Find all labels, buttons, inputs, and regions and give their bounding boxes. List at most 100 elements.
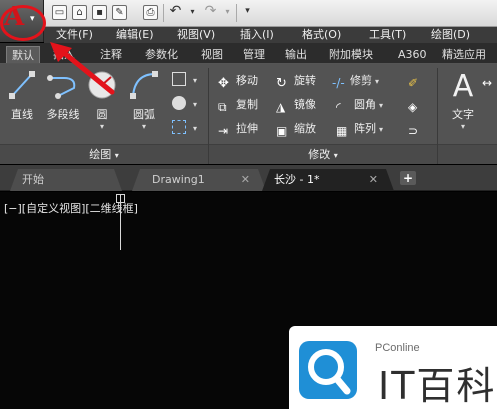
draw-panel-title: 绘图 bbox=[89, 148, 112, 161]
chevron-down-icon: ▾ bbox=[379, 101, 384, 110]
menu-tools[interactable]: 工具(T) bbox=[369, 27, 406, 43]
chevron-down-icon: ▾ bbox=[193, 76, 198, 85]
doc-tab-label: Drawing1 bbox=[152, 173, 205, 186]
text-icon: A bbox=[452, 69, 474, 104]
doc-tab-drawing1[interactable]: Drawing1 ✕ bbox=[132, 169, 266, 191]
customize-dropdown-icon[interactable]: ▾ bbox=[240, 5, 255, 20]
redo-dropdown-icon[interactable]: ▾ bbox=[220, 5, 235, 20]
copy-label: 复制 bbox=[236, 98, 258, 111]
watermark-brand: PConline bbox=[375, 342, 420, 354]
new-icon[interactable]: ▭ bbox=[52, 5, 67, 20]
move-label: 移动 bbox=[236, 74, 258, 87]
rotate-icon: ↻ bbox=[276, 76, 287, 91]
stretch-tool-button[interactable]: ⇥ 拉伸 bbox=[218, 120, 258, 138]
hatch-tool-button[interactable]: ▾ bbox=[172, 95, 197, 113]
saveas-icon[interactable]: ✎ bbox=[112, 5, 127, 20]
annotation-panel-footer[interactable] bbox=[438, 144, 497, 164]
menu-draw[interactable]: 绘图(D) bbox=[431, 27, 470, 43]
rotate-label: 旋转 bbox=[294, 74, 316, 87]
tab-parametric[interactable]: 参数化 bbox=[145, 46, 178, 63]
close-icon[interactable]: ✕ bbox=[369, 169, 378, 191]
dimension-icon: ↔ bbox=[482, 76, 493, 90]
trim-icon: -/- bbox=[332, 76, 345, 90]
save-icon[interactable]: ▪ bbox=[92, 5, 107, 20]
chevron-down-icon: ▾ bbox=[193, 100, 198, 109]
array-icon: ▦ bbox=[336, 124, 348, 138]
copy-icon: ⧉ bbox=[218, 100, 227, 114]
annotation-arrow-icon bbox=[50, 42, 115, 95]
arc-tool-button[interactable]: 圆弧 ▾ bbox=[126, 70, 162, 131]
rectangle-icon bbox=[172, 72, 186, 86]
text-tool-button[interactable]: A 文字 ▾ bbox=[446, 69, 480, 132]
doc-tab-start[interactable]: 开始 bbox=[10, 169, 122, 191]
draw-panel-footer[interactable]: 绘图 ▾ bbox=[0, 144, 208, 164]
qat-separator bbox=[163, 4, 164, 22]
tab-output[interactable]: 输出 bbox=[285, 46, 307, 63]
menu-insert[interactable]: 插入(I) bbox=[240, 27, 274, 43]
print-icon[interactable]: ⎙ bbox=[143, 5, 158, 20]
mirror-icon: ◮ bbox=[276, 100, 286, 114]
menu-edit[interactable]: 编辑(E) bbox=[116, 27, 154, 43]
chevron-down-icon: ▾ bbox=[333, 151, 338, 160]
scale-icon: ▣ bbox=[276, 124, 288, 138]
explode-icon: ◈ bbox=[408, 100, 418, 114]
tab-view[interactable]: 视图 bbox=[201, 46, 223, 63]
menu-view[interactable]: 视图(V) bbox=[177, 27, 215, 43]
region-tool-button[interactable]: ▾ bbox=[172, 119, 197, 137]
arc-label: 圆弧 bbox=[133, 108, 155, 121]
explode-tool-button[interactable]: ◈ bbox=[408, 96, 426, 114]
quick-access-toolbar: ▭ ⌂ ▪ ✎ ⎙ ↶ ▾ ↷ ▾ ▾ bbox=[0, 0, 497, 27]
watermark-name: IT百科 bbox=[378, 364, 497, 408]
move-tool-button[interactable]: ✥ 移动 bbox=[218, 72, 258, 91]
menu-format[interactable]: 格式(O) bbox=[302, 27, 341, 43]
fillet-icon: ◜ bbox=[336, 100, 341, 114]
erase-tool-button[interactable]: ✐ bbox=[408, 72, 426, 90]
polyline-label: 多段线 bbox=[46, 108, 80, 121]
chevron-down-icon: ▾ bbox=[114, 151, 119, 160]
rectangle-tool-button[interactable]: ▾ bbox=[172, 71, 197, 89]
scale-label: 缩放 bbox=[294, 122, 316, 135]
text-dropdown-icon[interactable]: ▾ bbox=[446, 122, 480, 131]
tab-manage[interactable]: 管理 bbox=[243, 46, 265, 63]
offset-icon: ⊃ bbox=[408, 124, 419, 138]
scale-tool-button[interactable]: ▣ 缩放 bbox=[276, 120, 316, 138]
array-tool-button[interactable]: ▦ 阵列 ▾ bbox=[336, 120, 383, 138]
redo-icon[interactable]: ↷ bbox=[203, 4, 218, 20]
modify-panel-footer[interactable]: 修改 ▾ bbox=[209, 144, 437, 164]
arc-dropdown-icon[interactable]: ▾ bbox=[126, 122, 162, 131]
pconline-logo-icon bbox=[299, 341, 357, 399]
new-tab-button[interactable]: + bbox=[400, 171, 416, 185]
array-label: 阵列 bbox=[354, 122, 376, 135]
trim-tool-button[interactable]: -/- 修剪 ▾ bbox=[332, 72, 379, 90]
hatch-icon bbox=[172, 96, 186, 110]
rotate-tool-button[interactable]: ↻ 旋转 bbox=[276, 72, 316, 91]
fillet-label: 圆角 bbox=[354, 98, 376, 111]
arc-icon bbox=[130, 71, 158, 99]
mirror-tool-button[interactable]: ◮ 镜像 bbox=[276, 96, 316, 114]
chevron-down-icon: ▾ bbox=[379, 125, 384, 134]
cursor-crosshair bbox=[120, 195, 121, 250]
move-icon: ✥ bbox=[218, 76, 229, 91]
close-icon[interactable]: ✕ bbox=[241, 169, 250, 191]
tab-a360[interactable]: A360 bbox=[398, 46, 427, 63]
line-tool-button[interactable]: 直线 bbox=[6, 70, 38, 122]
line-label: 直线 bbox=[11, 108, 33, 121]
open-icon[interactable]: ⌂ bbox=[72, 5, 87, 20]
dimension-tool-button[interactable]: ↔ bbox=[482, 72, 497, 90]
fillet-tool-button[interactable]: ◜ 圆角 ▾ bbox=[336, 96, 383, 114]
undo-dropdown-icon[interactable]: ▾ bbox=[185, 5, 200, 20]
stretch-label: 拉伸 bbox=[236, 122, 258, 135]
brush-icon: ✐ bbox=[408, 76, 419, 90]
line-icon bbox=[9, 71, 35, 99]
text-label: 文字 bbox=[452, 108, 474, 121]
tab-addins[interactable]: 附加模块 bbox=[329, 46, 373, 63]
annotation-circle bbox=[0, 5, 46, 41]
stretch-icon: ⇥ bbox=[218, 124, 229, 138]
copy-tool-button[interactable]: ⧉ 复制 bbox=[218, 96, 258, 114]
undo-icon[interactable]: ↶ bbox=[168, 4, 183, 20]
tab-default[interactable]: 默认 bbox=[6, 46, 40, 63]
doc-tab-changsha[interactable]: 长沙 - 1* ✕ bbox=[262, 169, 394, 191]
tab-featured-apps[interactable]: 精选应用 bbox=[442, 46, 486, 63]
circle-dropdown-icon[interactable]: ▾ bbox=[86, 122, 118, 131]
offset-tool-button[interactable]: ⊃ bbox=[408, 120, 426, 138]
